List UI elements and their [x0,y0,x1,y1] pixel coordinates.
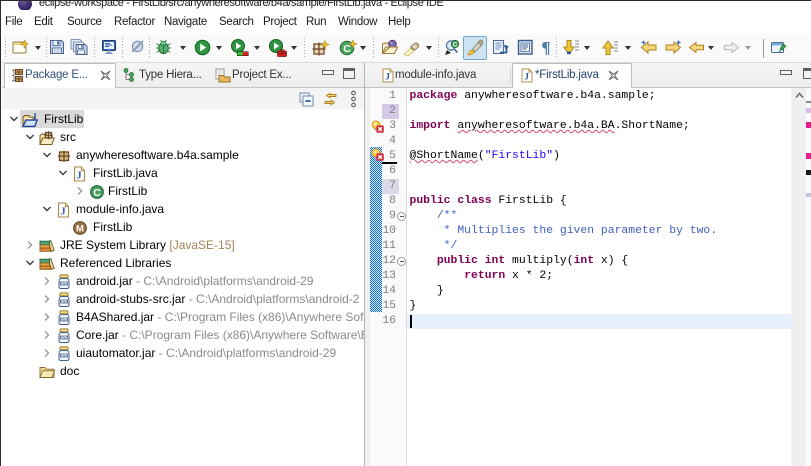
svg-text:J: J [524,73,529,83]
svg-text:J: J [385,73,390,83]
svg-text:¶: ¶ [541,39,550,55]
svg-text:C: C [453,42,458,49]
svg-text:C: C [343,43,351,55]
